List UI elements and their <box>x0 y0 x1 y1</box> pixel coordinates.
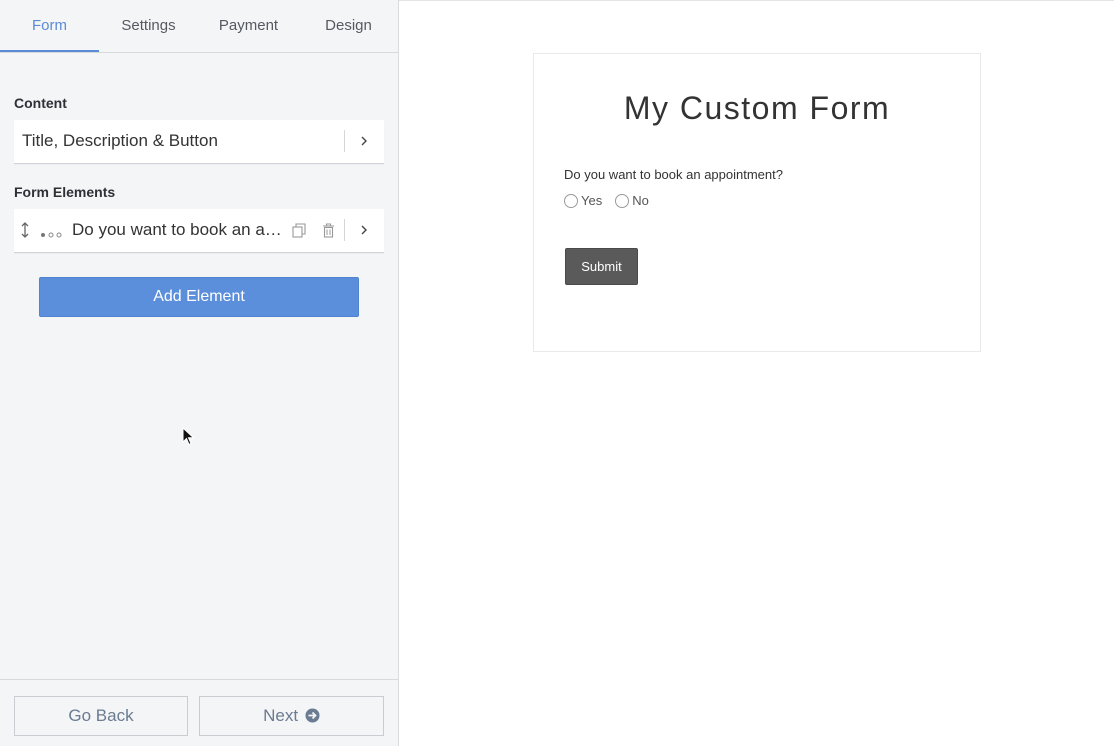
form-title: My Custom Form <box>623 90 891 126</box>
tab-payment[interactable]: Payment <box>199 0 298 52</box>
duplicate-icon[interactable] <box>292 223 307 243</box>
form-elements-heading: Form Elements <box>14 184 116 200</box>
radio-circle[interactable] <box>564 193 578 208</box>
trash-icon[interactable] <box>322 223 335 243</box>
tab-design[interactable]: Design <box>299 0 398 52</box>
next-button-label: Next <box>263 706 299 725</box>
radio-option-no[interactable]: No <box>615 193 649 208</box>
radio-label-yes: Yes <box>581 193 603 208</box>
chevron-right-icon[interactable] <box>344 209 384 251</box>
question-label: Do you want to book an appointment? <box>564 167 783 182</box>
mouse-cursor-icon <box>182 426 196 447</box>
content-item-label: Title, Description & Button <box>22 131 218 150</box>
radio-circle[interactable] <box>615 193 630 208</box>
radio-type-icon <box>40 226 62 244</box>
form-preview-canvas: My Custom Form Do you want to book an ap… <box>399 0 1114 746</box>
tab-settings[interactable]: Settings <box>99 0 198 52</box>
arrow-circle-right-icon <box>305 699 320 737</box>
radio-option-yes[interactable]: Yes <box>564 193 602 208</box>
go-back-button[interactable]: Go Back <box>14 696 188 736</box>
add-element-button[interactable]: Add Element <box>39 277 359 317</box>
tab-form[interactable]: Form <box>0 0 99 52</box>
submit-button[interactable]: Submit <box>565 248 638 285</box>
content-heading: Content <box>14 95 67 111</box>
form-element-label: Do you want to book an appointment? <box>72 220 282 239</box>
sidebar-footer: Go Back Next <box>0 679 398 746</box>
form-preview-card: My Custom Form Do you want to book an ap… <box>533 53 981 352</box>
builder-sidebar: Form Settings Payment Design Content Tit… <box>0 0 399 746</box>
chevron-right-icon[interactable] <box>344 120 384 162</box>
radio-label-no: No <box>632 193 649 208</box>
radio-group: Yes No <box>564 193 662 208</box>
next-button[interactable]: Next <box>199 696 384 736</box>
content-item[interactable]: Title, Description & Button <box>14 120 384 164</box>
drag-handle-icon[interactable] <box>20 222 30 243</box>
form-element-item[interactable]: Do you want to book an appointment? <box>14 209 384 253</box>
tab-bar: Form Settings Payment Design <box>0 0 398 53</box>
